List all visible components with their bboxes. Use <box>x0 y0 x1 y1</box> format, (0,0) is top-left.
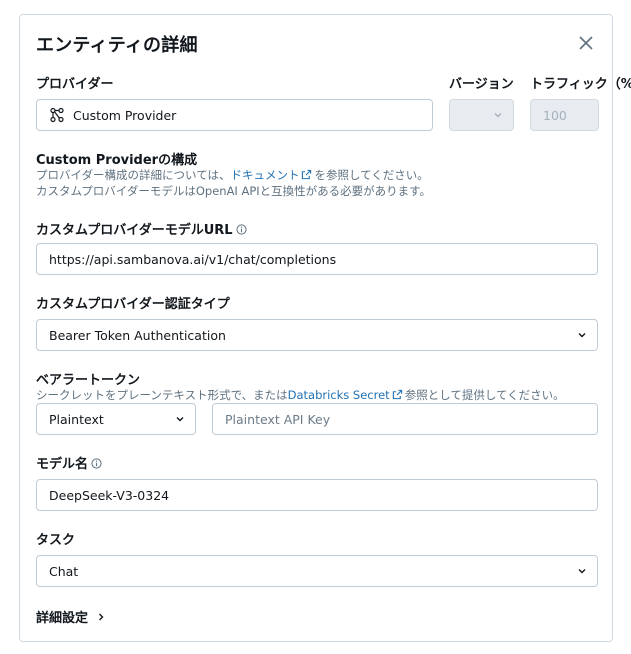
api-key-placeholder: Plaintext API Key <box>225 411 331 427</box>
model-name-label: モデル名 <box>36 453 102 472</box>
url-value: https://api.sambanova.ai/v1/chat/complet… <box>49 251 337 267</box>
config-help-line1: プロバイダー構成の詳細については、ドキュメント を参照してください。 <box>36 167 429 183</box>
secret-type-select[interactable]: Plaintext <box>36 403 196 435</box>
provider-label: プロバイダー <box>36 77 114 92</box>
entity-details-panel: エンティティの詳細 プロバイダー バージョン トラフィック（% Custom P… <box>19 14 631 642</box>
config-help-prefix: プロバイダー構成の詳細については、 <box>36 168 231 182</box>
close-icon[interactable] <box>576 33 596 53</box>
chevron-down-icon <box>578 569 586 574</box>
auth-type-label: カスタムプロバイダー認証タイプ <box>36 297 230 312</box>
task-select[interactable]: Chat <box>36 555 598 587</box>
config-heading: Custom Providerの構成 <box>36 153 198 168</box>
info-icon[interactable] <box>91 458 102 469</box>
task-value: Chat <box>49 563 79 579</box>
version-label: バージョン <box>449 77 514 92</box>
auth-type-select[interactable]: Bearer Token Authentication <box>36 319 598 351</box>
auth-type-value: Bearer Token Authentication <box>49 327 226 343</box>
version-select[interactable] <box>449 99 514 131</box>
chevron-down-icon <box>494 113 502 118</box>
bearer-help: シークレットをプレーンテキスト形式で、またはDatabricks Secret 参… <box>36 387 565 403</box>
task-label: タスク <box>36 533 76 548</box>
provider-select[interactable]: Custom Provider <box>36 99 433 131</box>
api-key-input[interactable]: Plaintext API Key <box>212 403 598 435</box>
model-name-label-text: モデル名 <box>36 457 89 472</box>
chevron-right-icon <box>99 613 104 620</box>
traffic-input[interactable]: 100 <box>530 99 599 131</box>
model-name-input[interactable]: DeepSeek-V3-0324 <box>36 479 598 511</box>
chevron-down-icon <box>176 417 184 422</box>
provider-value: Custom Provider <box>73 107 177 123</box>
info-icon[interactable] <box>235 224 247 235</box>
dialog-title: エンティティの詳細 <box>36 35 198 56</box>
secret-type-value: Plaintext <box>49 411 104 427</box>
advanced-settings-label: 詳細設定 <box>36 611 89 626</box>
external-link-icon <box>392 389 402 400</box>
databricks-secret-link[interactable]: Databricks Secret <box>288 388 390 402</box>
url-label-text: カスタムプロバイダーモデルURL <box>36 223 233 238</box>
model-name-value: DeepSeek-V3-0324 <box>49 487 170 503</box>
config-help-suffix: を参照してください。 <box>314 168 429 182</box>
bearer-help-prefix: シークレットをプレーンテキスト形式で、または <box>36 388 288 402</box>
config-help-line2: カスタムプロバイダーモデルはOpenAI APIと互換性がある必要があります。 <box>36 184 432 198</box>
chevron-down-icon <box>578 333 586 338</box>
advanced-settings-toggle[interactable]: 詳細設定 <box>36 607 106 626</box>
external-link-icon <box>302 169 312 180</box>
traffic-label: トラフィック（% <box>530 77 631 92</box>
documentation-link[interactable]: ドキュメント <box>230 168 299 182</box>
url-input[interactable]: https://api.sambanova.ai/v1/chat/complet… <box>36 243 598 275</box>
traffic-value: 100 <box>543 107 567 123</box>
bearer-label: ベアラートークン <box>36 373 141 388</box>
url-label: カスタムプロバイダーモデルURL <box>36 219 247 238</box>
custom-provider-icon <box>50 107 64 123</box>
bearer-help-suffix: 参照として提供してください。 <box>404 388 565 402</box>
